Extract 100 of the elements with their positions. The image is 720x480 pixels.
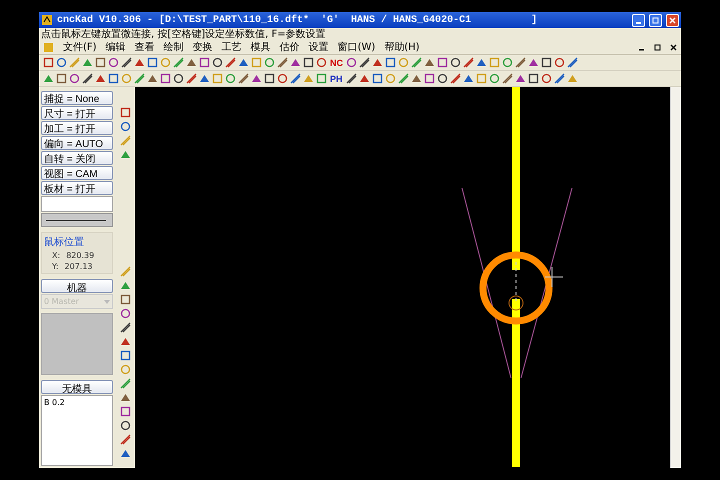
tool-icon[interactable] (120, 121, 130, 132)
tool-icon[interactable] (186, 73, 197, 84)
menu-item[interactable]: 文件(F) (63, 40, 97, 54)
vertical-scrollbar[interactable] (670, 87, 681, 468)
tool-icon[interactable] (120, 294, 130, 305)
tool-icon[interactable] (120, 308, 130, 319)
tool-icon[interactable] (359, 57, 370, 68)
tool-icon[interactable] (238, 73, 249, 84)
tool-icon[interactable] (120, 322, 130, 333)
tool-icon[interactable] (528, 73, 539, 84)
tool-icon[interactable] (450, 73, 461, 84)
menu-item[interactable]: 工艺 (222, 40, 242, 54)
menu-item[interactable]: 查看 (134, 40, 155, 54)
tool-icon[interactable] (410, 73, 422, 84)
menu-item[interactable]: 设置 (308, 40, 329, 54)
tool-icon[interactable] (120, 448, 130, 459)
setting-button[interactable]: 尺寸 = 打开 (41, 106, 113, 120)
tool-icon[interactable] (514, 73, 526, 84)
tool-icon[interactable] (358, 73, 370, 84)
tool-icon[interactable] (372, 73, 383, 84)
tool-icon[interactable] (463, 57, 474, 68)
menu-item[interactable]: 模具 (250, 40, 271, 54)
tool-icon[interactable] (120, 350, 130, 361)
tool-icon[interactable] (95, 73, 106, 84)
tool-icon[interactable] (515, 57, 526, 68)
tool-icon[interactable] (502, 73, 513, 84)
tool-icon[interactable] (120, 406, 130, 417)
tool-icon[interactable] (290, 73, 301, 84)
tool-icon[interactable] (134, 57, 145, 68)
tool-icon[interactable] (277, 73, 288, 84)
tool-icon[interactable] (56, 57, 67, 68)
tool-icon[interactable] (290, 57, 301, 68)
tool-button[interactable]: 无模具 (41, 380, 113, 394)
menu-item[interactable]: 编辑 (106, 40, 126, 54)
close-button[interactable] (666, 14, 679, 26)
tool-icon[interactable] (186, 57, 197, 68)
tool-icon[interactable] (120, 336, 130, 347)
tool-icon[interactable] (424, 57, 435, 68)
tool-icon[interactable] (69, 73, 80, 84)
tool-icon[interactable] (346, 57, 357, 68)
tool-icon[interactable] (346, 73, 357, 84)
setting-button[interactable]: 板材 = 打开 (41, 181, 113, 195)
tool-icon[interactable] (528, 57, 539, 68)
tool-icon[interactable] (554, 73, 565, 84)
tool-icon[interactable] (147, 57, 158, 68)
tool-icon[interactable] (120, 420, 130, 431)
setting-button[interactable]: 偏向 = AUTO (41, 136, 113, 150)
tool-icon[interactable] (121, 57, 132, 68)
tool-icon[interactable] (277, 57, 288, 68)
tool-icon[interactable] (147, 73, 158, 84)
tool-icon[interactable] (554, 57, 565, 68)
tool-icon[interactable] (225, 57, 236, 68)
maximize-button[interactable] (649, 14, 662, 26)
tool-icon[interactable] (251, 73, 262, 84)
menu-item[interactable]: 估价 (280, 40, 300, 54)
tool-icon[interactable] (540, 73, 552, 84)
tool-icon[interactable] (56, 73, 67, 84)
setting-button[interactable]: 视图 = CAM (41, 166, 113, 180)
restore-icon[interactable] (654, 44, 661, 50)
tool-icon[interactable] (160, 73, 171, 84)
toolbar-button[interactable]: NC (329, 56, 344, 69)
tool-icon[interactable] (43, 57, 54, 68)
tool-icon[interactable] (372, 57, 383, 68)
tool-icon[interactable] (108, 73, 119, 84)
tool-icon[interactable] (173, 73, 184, 84)
tool-icon[interactable] (541, 57, 552, 68)
tool-icon[interactable] (303, 57, 314, 68)
tool-icon[interactable] (120, 107, 130, 118)
tool-icon[interactable] (436, 73, 448, 84)
tool-icon[interactable] (120, 434, 130, 445)
tool-icon[interactable] (476, 57, 487, 68)
tool-icon[interactable] (385, 57, 396, 68)
tool-icon[interactable] (437, 57, 448, 68)
tool-icon[interactable] (95, 57, 106, 68)
menu-item[interactable]: 帮助(H) (384, 40, 420, 54)
menu-item[interactable]: 变换 (192, 40, 213, 54)
tool-icon[interactable] (108, 57, 119, 68)
tool-icon[interactable] (120, 392, 130, 403)
tool-icon[interactable] (238, 57, 249, 68)
tool-icon[interactable] (316, 57, 327, 68)
tool-icon[interactable] (199, 73, 210, 84)
tool-icon[interactable] (450, 57, 461, 68)
tool-icon[interactable] (424, 73, 435, 84)
minimize-button[interactable] (632, 14, 645, 26)
setting-button[interactable]: 加工 = 打开 (41, 121, 113, 135)
machine-button[interactable]: 机器 (41, 279, 113, 293)
tool-icon[interactable] (82, 73, 93, 84)
close-icon[interactable] (670, 44, 677, 50)
tool-icon[interactable] (264, 73, 275, 84)
tool-icon[interactable] (199, 57, 210, 68)
separator-button[interactable] (41, 213, 113, 227)
toolbar-button[interactable]: PH (329, 72, 344, 85)
input-field[interactable] (41, 196, 113, 212)
tool-icon[interactable] (567, 57, 578, 68)
tool-icon[interactable] (462, 73, 474, 84)
menu-item[interactable]: 窗口(W) (338, 40, 376, 54)
tool-icon[interactable] (212, 57, 223, 68)
list-item[interactable]: B 0.2 (44, 398, 110, 407)
setting-button[interactable]: 捕捉 = None (41, 91, 113, 105)
menu-item[interactable]: 绘制 (164, 40, 184, 54)
